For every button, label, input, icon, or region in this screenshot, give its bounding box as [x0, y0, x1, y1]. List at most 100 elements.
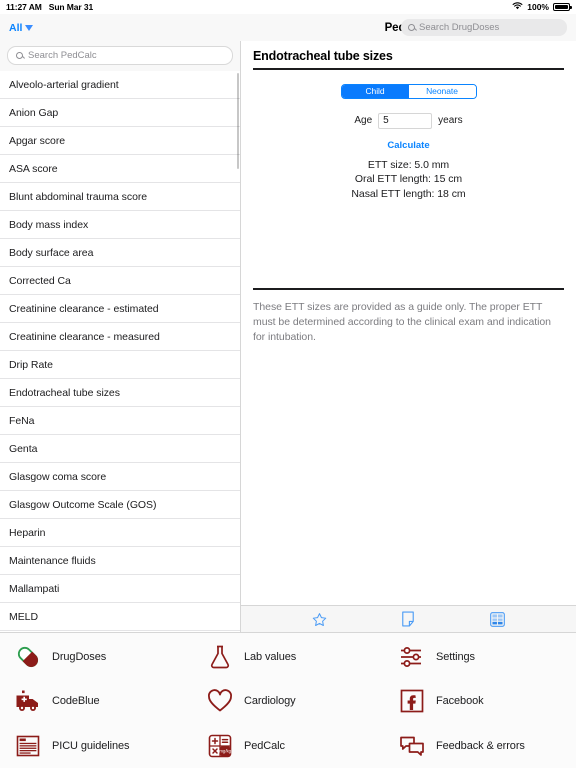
search-icon: [16, 52, 23, 59]
app-launcher-item[interactable]: mg/kg PedCalc: [192, 724, 384, 768]
list-item-label: Genta: [9, 442, 38, 455]
list-item-label: Glasgow Outcome Scale (GOS): [9, 498, 157, 511]
split-view: Search PedCalc Alveolo-arterial gradient…: [0, 41, 576, 632]
document-icon: [14, 732, 42, 760]
app-launcher-label: PICU guidelines: [52, 739, 130, 752]
list-item[interactable]: Alveolo-arterial gradient: [0, 71, 240, 99]
list-item[interactable]: Anion Gap: [0, 99, 240, 127]
list-item[interactable]: Endotracheal tube sizes: [0, 379, 240, 407]
disclaimer-text: These ETT sizes are provided as a guide …: [253, 300, 551, 343]
list-item[interactable]: Apgar score: [0, 127, 240, 155]
app-launcher-item[interactable]: PICU guidelines: [0, 724, 192, 768]
list-scrollbar[interactable]: [237, 73, 239, 169]
app-launcher-item[interactable]: Lab values: [192, 635, 384, 679]
list-item[interactable]: Glasgow coma score: [0, 463, 240, 491]
list-item-label: Endotracheal tube sizes: [9, 386, 120, 399]
app-launcher-item[interactable]: DrugDoses: [0, 635, 192, 679]
filter-all-button[interactable]: All: [9, 21, 34, 34]
app-launcher-label: Facebook: [436, 695, 484, 708]
list-item-label: Alveolo-arterial gradient: [9, 78, 119, 91]
sliders-icon: [398, 643, 426, 671]
list-item-label: Corrected Ca: [9, 274, 71, 287]
filter-all-label: All: [9, 21, 23, 34]
list-item[interactable]: Glasgow Outcome Scale (GOS): [0, 491, 240, 519]
results-group: ETT size: 5.0 mm Oral ETT length: 15 cm Na…: [253, 158, 564, 202]
navbar-right: Ped Calc Search DrugDoses: [241, 14, 576, 41]
segment-child[interactable]: Child: [341, 84, 409, 98]
status-date: Sun Mar 31: [48, 2, 94, 12]
list-item[interactable]: Body mass index: [0, 211, 240, 239]
list-item[interactable]: Body surface area: [0, 239, 240, 267]
list-item[interactable]: Drip Rate: [0, 351, 240, 379]
app-launcher-label: Cardiology: [244, 695, 296, 708]
age-group-segmented-control[interactable]: Child Neonate: [340, 83, 477, 99]
app-launcher-item[interactable]: Settings: [384, 635, 576, 679]
list-item[interactable]: Genta: [0, 435, 240, 463]
age-input[interactable]: [378, 112, 433, 129]
result-line: ETT size: 5.0 mm: [367, 158, 450, 171]
search-icon: [408, 24, 415, 31]
list-item[interactable]: Maintenance fluids: [0, 547, 240, 575]
list-item[interactable]: Corrected Ca: [0, 267, 240, 295]
age-field-row: Age years: [253, 112, 564, 129]
navbar-left: All: [0, 14, 241, 41]
list-item[interactable]: Blunt abdominal trauma score: [0, 183, 240, 211]
detail-toolbar: [241, 605, 576, 632]
age-unit-label: years: [438, 115, 463, 127]
ambulance-icon: [14, 687, 42, 715]
calculator-grid-icon: mg/kg: [206, 732, 234, 760]
app-launcher-item[interactable]: CodeBlue: [0, 679, 192, 723]
list-item[interactable]: Heparin: [0, 519, 240, 547]
app-launcher-label: DrugDoses: [52, 651, 107, 664]
drugdoses-search-field[interactable]: Search DrugDoses: [401, 19, 567, 36]
navigation-bar: All Ped Calc Search DrugDoses: [0, 14, 576, 41]
calculate-button[interactable]: Calculate: [387, 140, 429, 151]
battery-full-icon: [553, 3, 572, 11]
status-right-group: 100%: [512, 2, 572, 12]
app-launcher: DrugDoses Lab values Settings CodeBlue C…: [0, 632, 576, 768]
app-launcher-label: PedCalc: [244, 739, 285, 752]
result-line: Oral ETT length: 15 cm: [354, 173, 463, 186]
list-item-label: Mallampati: [9, 582, 60, 595]
battery-percent: 100%: [527, 2, 549, 12]
list-item-label: Body surface area: [9, 246, 94, 259]
drugdoses-search-placeholder: Search DrugDoses: [419, 22, 500, 33]
list-item-label: Glasgow coma score: [9, 470, 107, 483]
detail-pane: Endotracheal tube sizes Child Neonate Ag…: [241, 41, 576, 632]
list-item-label: MELD: [9, 610, 38, 623]
list-item[interactable]: Creatinine clearance - estimated: [0, 295, 240, 323]
master-pane: Search PedCalc Alveolo-arterial gradient…: [0, 41, 241, 632]
heart-icon: [206, 687, 234, 715]
pedcalc-search-placeholder: Search PedCalc: [28, 50, 97, 61]
star-icon[interactable]: [312, 612, 327, 627]
age-label: Age: [354, 115, 373, 127]
disclaimer-divider: [253, 288, 564, 290]
calculator-list[interactable]: Alveolo-arterial gradient Anion Gap Apgar …: [0, 71, 240, 632]
list-item-label: Anion Gap: [9, 106, 59, 119]
app-launcher-label: Lab values: [244, 651, 297, 664]
app-launcher-item[interactable]: Facebook: [384, 679, 576, 723]
calculator-icon[interactable]: [489, 611, 505, 627]
list-item-label: Apgar score: [9, 134, 66, 147]
list-item[interactable]: FeNa: [0, 407, 240, 435]
pill-icon: [14, 643, 42, 671]
list-item[interactable]: Mallampati: [0, 575, 240, 603]
note-icon[interactable]: [401, 611, 415, 627]
list-item[interactable]: ASA score: [0, 155, 240, 183]
list-item[interactable]: Creatinine clearance - measured: [0, 323, 240, 351]
svg-text:mg/kg: mg/kg: [219, 748, 231, 753]
wifi-icon: [512, 2, 523, 12]
flask-icon: [206, 643, 234, 671]
pedcalc-search-field[interactable]: Search PedCalc: [7, 46, 233, 65]
app-launcher-item[interactable]: Cardiology: [192, 679, 384, 723]
app-launcher-label: Feedback & errors: [436, 739, 525, 752]
app-launcher-item[interactable]: Feedback & errors: [384, 724, 576, 768]
segmented-control-wrapper: Child Neonate: [253, 83, 564, 99]
list-item-label: Heparin: [9, 526, 46, 539]
list-item-label: Maintenance fluids: [9, 554, 96, 567]
list-item[interactable]: MELD: [0, 603, 240, 631]
segment-neonate[interactable]: Neonate: [408, 84, 476, 98]
list-item-label: Creatinine clearance - measured: [9, 330, 160, 343]
detail-body: Endotracheal tube sizes Child Neonate Ag…: [241, 41, 576, 605]
app-launcher-label: Settings: [436, 651, 475, 664]
